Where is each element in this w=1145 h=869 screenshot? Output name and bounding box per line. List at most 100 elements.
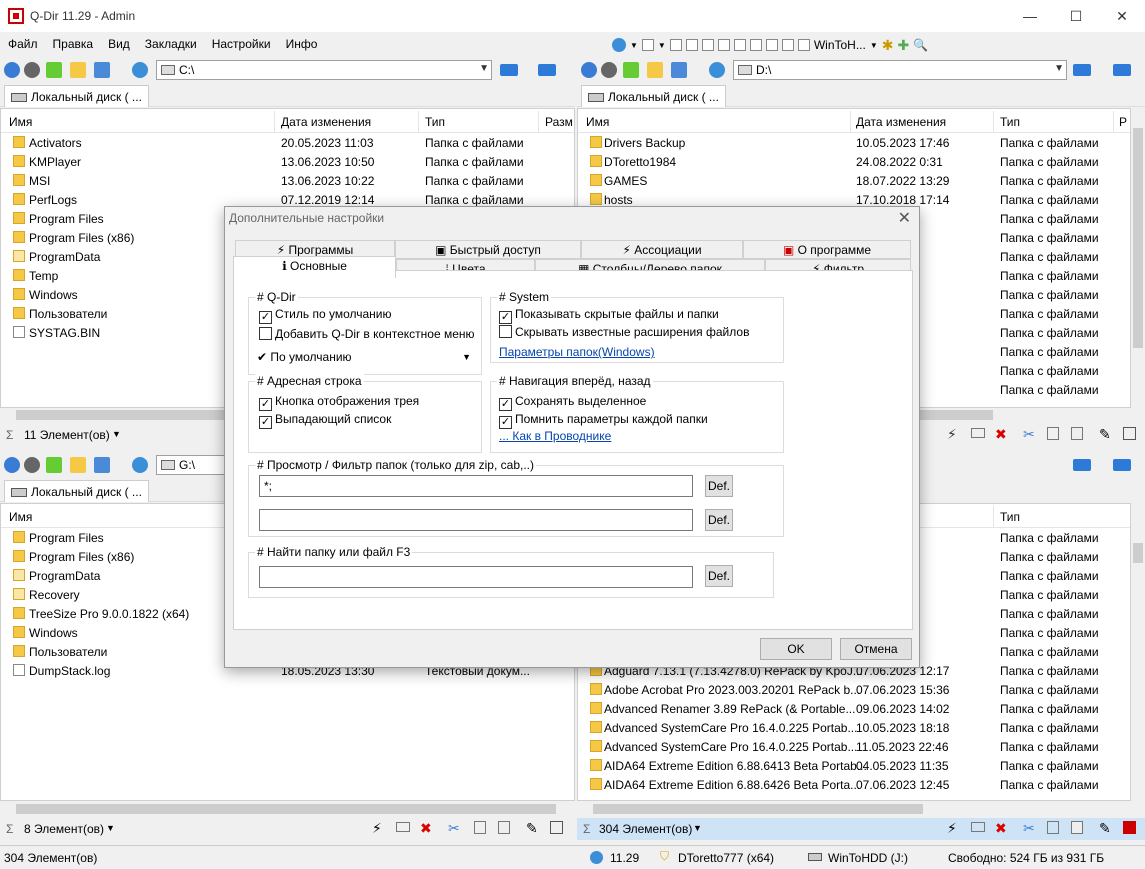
monitor-icon[interactable] — [1073, 459, 1091, 471]
tab-general[interactable]: ℹ Основные — [233, 256, 396, 278]
zoom-icon[interactable]: 🔍 — [913, 38, 928, 52]
close-button[interactable]: ✕ — [1099, 0, 1145, 32]
menu-settings[interactable]: Настройки — [204, 34, 278, 51]
address-bar[interactable]: C:\ ▼ — [156, 60, 492, 80]
menu-info[interactable]: Инфо — [278, 34, 325, 51]
layout-1-icon[interactable] — [641, 39, 654, 51]
layout-6-icon[interactable] — [733, 39, 746, 51]
address-bar[interactable]: D:\ ▼ — [733, 60, 1067, 80]
edit-icon[interactable]: ✎ — [526, 820, 538, 837]
rename-icon[interactable] — [971, 428, 985, 438]
monitor-icon[interactable] — [500, 64, 518, 76]
cancel-button[interactable]: Отмена — [840, 638, 912, 660]
list-item[interactable]: Adobe Acrobat Pro 2023.003.20201 RePack … — [578, 680, 1130, 699]
col-name[interactable]: Имя — [9, 510, 32, 524]
col-size[interactable]: Разм — [545, 115, 573, 129]
edit-icon[interactable]: ✎ — [1099, 426, 1111, 443]
layout-5-icon[interactable] — [717, 39, 730, 51]
remember-params-checkbox[interactable]: ✓ Помнить параметры каждой папки — [499, 412, 708, 429]
find-def-button[interactable]: Def. — [705, 565, 733, 587]
list-item[interactable]: Drivers Backup 10.05.2023 17:46 Папка с фа… — [578, 133, 1130, 152]
col-type[interactable]: Тип — [1000, 510, 1020, 524]
copy-icon[interactable] — [1047, 821, 1059, 834]
context-menu-checkbox[interactable]: Добавить Q-Dir в контекстное меню — [259, 327, 475, 341]
minimize-button[interactable]: — — [1007, 0, 1053, 32]
monitor-icon[interactable] — [1073, 64, 1091, 76]
monitor-icon[interactable] — [1113, 64, 1131, 76]
globe-icon[interactable] — [612, 38, 626, 52]
col-date[interactable]: Дата изменения — [281, 115, 371, 129]
list-item[interactable]: KMPlayer 13.06.2023 10:50 Папка с файлами — [1, 152, 574, 171]
wintohdd-label[interactable]: WinToH... — [814, 38, 866, 52]
show-hidden-checkbox[interactable]: ✓ Показывать скрытые файлы и папки — [499, 307, 719, 324]
delete-icon[interactable]: ✖ — [995, 820, 1007, 837]
ok-button[interactable]: OK — [760, 638, 832, 660]
refresh-icon[interactable] — [132, 457, 148, 473]
refresh-icon[interactable] — [709, 62, 725, 78]
tab-quick-access[interactable]: ▣ Быстрый доступ — [395, 240, 581, 259]
col-type[interactable]: Тип — [1000, 115, 1020, 129]
forward-icon[interactable] — [24, 62, 40, 78]
monitor-icon[interactable] — [1113, 459, 1131, 471]
layout-2-icon[interactable] — [669, 39, 682, 51]
list-item[interactable]: MSI 13.06.2023 10:22 Папка с файлами — [1, 171, 574, 190]
tab-drive-d[interactable]: Локальный диск ( ... — [581, 85, 726, 107]
list-item[interactable]: AIDA64 Extreme Edition 6.88.6426 Beta Po… — [578, 775, 1130, 794]
pin-icon[interactable]: ✚ — [898, 37, 910, 54]
lightning-icon[interactable]: ⚡ — [372, 820, 382, 837]
lightning-icon[interactable]: ⚡ — [947, 426, 957, 443]
tray-button-checkbox[interactable]: ✓ Кнопка отображения трея — [259, 394, 419, 411]
list-item[interactable]: GAMES 18.07.2022 13:29 Папка с файлами — [578, 171, 1130, 190]
back-icon[interactable] — [4, 62, 20, 78]
tab-about[interactable]: ▣ О программе — [743, 240, 911, 259]
delete-icon[interactable]: ✖ — [995, 426, 1007, 443]
cut-icon[interactable]: ✂ — [448, 820, 460, 837]
folder-icon[interactable] — [70, 457, 86, 473]
back-icon[interactable] — [4, 457, 20, 473]
address-bar[interactable]: G:\ — [156, 455, 226, 475]
folder-icon[interactable] — [70, 62, 86, 78]
h-scrollbar[interactable] — [0, 802, 575, 816]
edit-icon[interactable]: ✎ — [1099, 820, 1111, 837]
dropdown-list-checkbox[interactable]: ✓ Выпадающий список — [259, 412, 391, 429]
cut-icon[interactable]: ✂ — [1023, 426, 1035, 443]
preset-dropdown[interactable]: ✔ По умолчанию ▼ — [257, 350, 471, 364]
layout-8-icon[interactable] — [765, 39, 778, 51]
list-item[interactable]: Advanced SystemCare Pro 16.4.0.225 Porta… — [578, 737, 1130, 756]
view-icon[interactable] — [94, 62, 110, 78]
rename-icon[interactable] — [971, 822, 985, 832]
tab-drive-g[interactable]: Локальный диск ( ... — [4, 480, 149, 502]
forward-icon[interactable] — [24, 457, 40, 473]
up-icon[interactable] — [46, 62, 62, 78]
up-icon[interactable] — [46, 457, 62, 473]
find-input[interactable] — [259, 566, 693, 588]
default-style-checkbox[interactable]: ✓ Стиль по умолчанию — [259, 307, 391, 324]
menu-file[interactable]: Файл — [0, 34, 45, 51]
copy-icon[interactable] — [1047, 427, 1059, 440]
properties-icon[interactable] — [1123, 427, 1136, 440]
menu-view[interactable]: Вид — [100, 34, 137, 51]
properties-icon[interactable] — [550, 821, 563, 834]
up-icon[interactable] — [623, 62, 639, 78]
keep-selection-checkbox[interactable]: ✓ Сохранять выделенное — [499, 394, 646, 411]
filter-input-2[interactable] — [259, 509, 693, 531]
filter-def-button-2[interactable]: Def. — [705, 509, 733, 531]
layout-7-icon[interactable] — [749, 39, 762, 51]
col-date[interactable]: Дата изменения — [856, 115, 946, 129]
layout-10-icon[interactable] — [797, 39, 810, 51]
v-scrollbar[interactable] — [1131, 503, 1145, 801]
col-size[interactable]: Р — [1119, 115, 1127, 129]
menu-bookmarks[interactable]: Закладки — [137, 34, 204, 51]
properties-icon[interactable] — [1123, 821, 1136, 834]
filter-def-button[interactable]: Def. — [705, 475, 733, 497]
layout-9-icon[interactable] — [781, 39, 794, 51]
lightning-icon[interactable]: ⚡ — [947, 820, 957, 837]
tab-associations[interactable]: ⚡ Ассоциации — [581, 240, 743, 259]
folder-icon[interactable] — [647, 62, 663, 78]
refresh-icon[interactable] — [132, 62, 148, 78]
list-item[interactable]: AIDA64 Extreme Edition 6.88.6413 Beta Po… — [578, 756, 1130, 775]
v-scrollbar[interactable] — [1131, 108, 1145, 408]
hide-extensions-checkbox[interactable]: Скрывать известные расширения файлов — [499, 325, 749, 339]
copy-icon[interactable] — [474, 821, 486, 834]
layout-4-icon[interactable] — [701, 39, 714, 51]
